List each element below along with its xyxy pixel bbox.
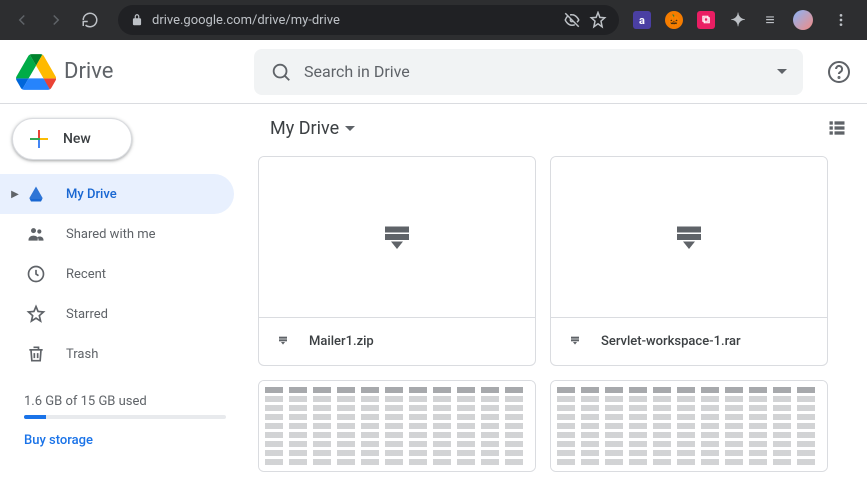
storage-text: 1.6 GB of 15 GB used: [24, 394, 226, 409]
eye-off-icon[interactable]: [563, 11, 581, 29]
browser-reload-button[interactable]: [76, 6, 104, 34]
logo-section[interactable]: Drive: [16, 52, 246, 92]
search-bar[interactable]: [254, 49, 803, 95]
sidebar-item-label: Shared with me: [66, 227, 156, 242]
sidebar-item-label: My Drive: [66, 187, 117, 202]
archive-icon: [671, 219, 707, 255]
reading-list-icon[interactable]: ≡: [761, 11, 779, 29]
file-card[interactable]: [258, 380, 536, 472]
drive-logo-icon: [16, 52, 56, 92]
plus-icon: [27, 127, 51, 151]
url-text: drive.google.com/drive/my-drive: [152, 13, 555, 28]
people-icon: [24, 222, 48, 246]
sidebar-item-label: Trash: [66, 347, 98, 362]
sidebar-item-trash[interactable]: Trash: [0, 334, 234, 374]
extension-icon[interactable]: a: [633, 11, 651, 29]
search-icon: [270, 61, 292, 83]
drive-folder-icon: [24, 182, 48, 206]
breadcrumb-current: My Drive: [270, 118, 339, 139]
search-input[interactable]: [304, 62, 765, 81]
trash-icon: [24, 342, 48, 366]
file-name: Mailer1.zip: [309, 334, 374, 349]
file-card[interactable]: Servlet-workspace-1.rar: [550, 156, 828, 366]
sidebar-item-shared[interactable]: Shared with me: [0, 214, 234, 254]
main-panel: My Drive Mailer1.zip: [250, 104, 867, 504]
search-options-caret-icon[interactable]: [777, 69, 787, 74]
file-card[interactable]: Mailer1.zip: [258, 156, 536, 366]
extension-icons: a 🎃 ⧉ ✦ ≡: [633, 6, 859, 34]
file-card[interactable]: [550, 380, 828, 472]
browser-chrome-bar: drive.google.com/drive/my-drive a 🎃 ⧉ ✦ …: [0, 0, 867, 40]
extension-icon[interactable]: ⧉: [697, 11, 715, 29]
app-name: Drive: [64, 59, 113, 84]
list-view-button[interactable]: [827, 118, 847, 138]
bookmark-star-icon[interactable]: [589, 11, 607, 29]
sidebar-item-my-drive[interactable]: ▶ My Drive: [0, 174, 234, 214]
clock-icon: [24, 262, 48, 286]
star-icon: [24, 302, 48, 326]
browser-back-button[interactable]: [8, 6, 36, 34]
file-thumbnail: [551, 157, 827, 317]
sidebar-item-recent[interactable]: Recent: [0, 254, 234, 294]
new-button[interactable]: New: [12, 118, 132, 160]
spreadsheet-thumbnail: [551, 381, 827, 471]
archive-icon: [379, 219, 415, 255]
file-type-icon: [275, 334, 291, 350]
browser-menu-button[interactable]: [827, 6, 855, 34]
address-bar[interactable]: drive.google.com/drive/my-drive: [118, 5, 619, 35]
sidebar-item-starred[interactable]: Starred: [0, 294, 234, 334]
file-grid: Mailer1.zip Servlet-workspace-1.rar: [250, 152, 867, 504]
sidebar-item-label: Recent: [66, 267, 106, 282]
extensions-puzzle-icon[interactable]: ✦: [729, 11, 747, 29]
app-header: Drive: [0, 40, 867, 104]
sidebar: New ▶ My Drive Shared with me Recent S: [0, 104, 250, 504]
spreadsheet-thumbnail: [259, 381, 535, 471]
browser-forward-button[interactable]: [42, 6, 70, 34]
sidebar-item-label: Starred: [66, 307, 108, 322]
profile-avatar[interactable]: [793, 10, 813, 30]
storage-section: 1.6 GB of 15 GB used Buy storage: [0, 378, 250, 464]
file-type-icon: [567, 334, 583, 350]
lock-icon: [130, 13, 144, 27]
breadcrumb-caret-icon: [345, 126, 355, 131]
new-button-label: New: [63, 131, 91, 147]
breadcrumb[interactable]: My Drive: [270, 118, 355, 139]
storage-bar: [24, 415, 226, 419]
expand-caret-icon[interactable]: ▶: [6, 189, 24, 200]
help-icon[interactable]: [827, 60, 851, 84]
file-name: Servlet-workspace-1.rar: [601, 334, 741, 349]
buy-storage-link[interactable]: Buy storage: [24, 433, 226, 448]
extension-icon[interactable]: 🎃: [665, 11, 683, 29]
file-thumbnail: [259, 157, 535, 317]
